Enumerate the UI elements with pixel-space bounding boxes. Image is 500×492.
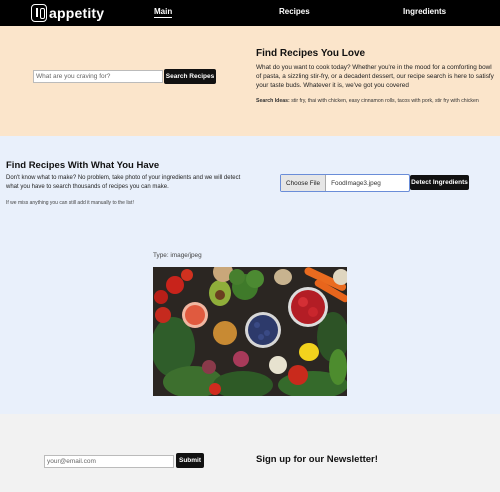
detect-title: Find Recipes With What You Have [6, 160, 160, 171]
file-input[interactable]: Choose File FoodImage3.jpeg [280, 174, 410, 192]
search-input[interactable] [33, 70, 163, 83]
uploaded-food-image [153, 267, 347, 396]
hero-title: Find Recipes You Love [256, 48, 366, 59]
hero-description: What do you want to cook today? Whether … [256, 64, 494, 89]
search-ideas-list: stir fry, thai with chicken, easy cinnam… [291, 98, 479, 104]
search-ideas: Search Ideas: stir fry, thai with chicke… [256, 98, 496, 104]
file-type-label: Type: image/jpeg [153, 252, 202, 259]
search-ideas-label: Search Ideas: [256, 98, 290, 104]
utensils-icon [31, 4, 47, 22]
detect-description: Don't know what to make? No problem, tak… [6, 175, 241, 190]
nav-link-recipes[interactable]: Recipes [279, 7, 310, 16]
choose-file-button[interactable]: Choose File [281, 175, 327, 191]
detect-ingredients-button[interactable]: Detect Ingredients [410, 175, 469, 190]
brand-name: appetity [49, 5, 105, 21]
detect-ingredients-section: Find Recipes With What You Have Don't kn… [0, 136, 500, 414]
submit-button[interactable]: Submit [176, 453, 204, 468]
brand-logo[interactable]: appetity [31, 4, 104, 22]
newsletter-title: Sign up for our Newsletter! [256, 454, 378, 465]
nav-link-ingredients[interactable]: Ingredients [403, 7, 446, 16]
top-navbar: appetity Main Recipes Ingredients [0, 0, 500, 26]
detect-note: If we miss anything you can still add it… [6, 200, 134, 206]
hero-section: Search Recipes Find Recipes You Love Wha… [0, 26, 500, 136]
search-recipes-button[interactable]: Search Recipes [164, 69, 216, 84]
newsletter-section: Submit Sign up for our Newsletter! [0, 414, 500, 492]
email-field[interactable] [44, 455, 174, 468]
selected-file-name: FoodImage3.jpeg [331, 179, 381, 187]
nav-link-main[interactable]: Main [154, 7, 173, 18]
